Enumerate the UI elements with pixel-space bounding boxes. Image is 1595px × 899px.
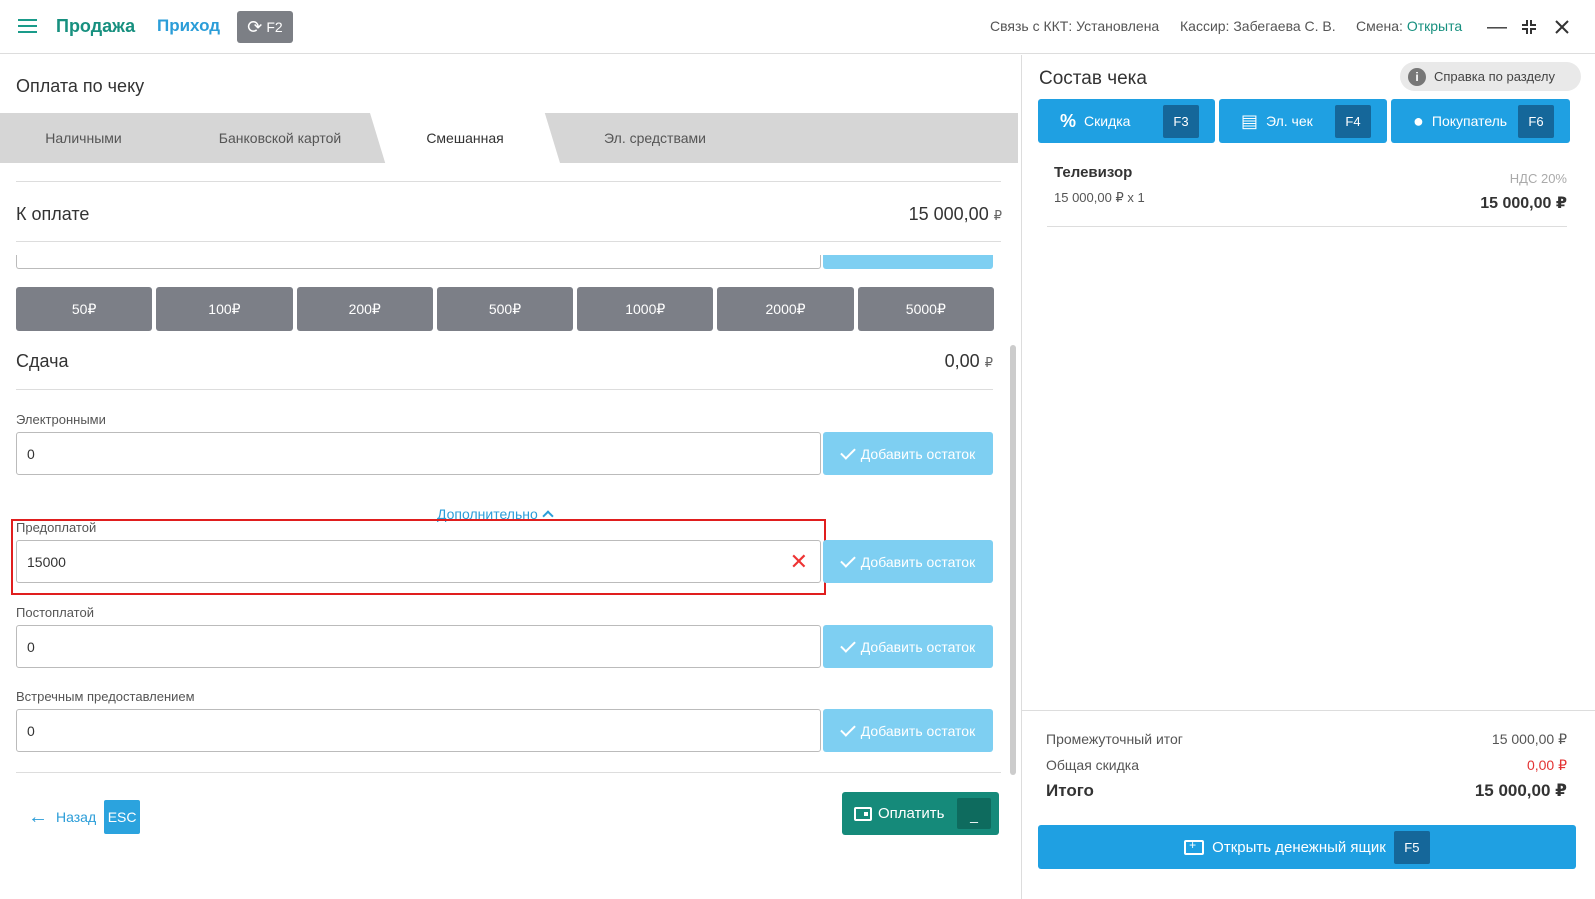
item-name[interactable]: Телевизор	[1054, 164, 1132, 181]
shift-status: Смена: Открыта	[1356, 18, 1462, 34]
f4-key-badge: F4	[1335, 105, 1371, 138]
due-label: К оплате	[16, 204, 90, 224]
divider	[1022, 710, 1595, 711]
arrow-left-icon: ←	[28, 805, 48, 828]
clear-icon[interactable]: ✕	[790, 550, 808, 573]
f6-key-badge: F6	[1518, 105, 1554, 138]
prepayment-label: Предоплатой	[16, 520, 97, 535]
counter-provision-input[interactable]: 0	[16, 709, 821, 752]
denom-50-button[interactable]: 50₽	[16, 287, 153, 331]
help-button[interactable]: i Справка по разделу	[1400, 62, 1581, 91]
back-button[interactable]: ← Назад ESC	[28, 800, 141, 834]
receipt-title: Состав чека	[1039, 68, 1147, 89]
receipt-icon: ▤	[1241, 110, 1259, 131]
denom-200-button[interactable]: 200₽	[296, 287, 433, 331]
denomination-buttons: 50₽ 100₽ 200₽ 500₽ 1000₽ 2000₽ 5000₽	[16, 287, 994, 331]
customer-button[interactable]: ● Покупатель F6	[1391, 99, 1570, 143]
change-value: 0,00 ₽	[944, 351, 993, 371]
due-value: 15 000,00 ₽	[908, 204, 1002, 224]
payment-tabs: Наличными Банковской картой Смешанная Эл…	[0, 113, 1018, 163]
check-icon	[839, 636, 856, 653]
sync-icon: ⟳	[247, 16, 263, 37]
subtotal-value: 15 000,00 ₽	[1491, 731, 1567, 747]
denom-5000-button[interactable]: 5000₽	[857, 287, 994, 331]
discount-value: 0,00 ₽	[1526, 757, 1567, 773]
add-remainder-postpayment-button[interactable]: Добавить остаток	[823, 625, 993, 668]
minimize-icon[interactable]: —	[1485, 15, 1509, 39]
percent-icon: %	[1060, 110, 1077, 131]
electronic-label: Электронными	[16, 412, 106, 427]
denom-1000-button[interactable]: 1000₽	[577, 287, 714, 331]
total-label: Итого	[1046, 781, 1094, 800]
item-sum: 15 000,00 ₽	[1480, 195, 1567, 212]
denom-100-button[interactable]: 100₽	[156, 287, 293, 331]
discount-button[interactable]: % Скидка F3	[1038, 99, 1215, 143]
divider	[16, 241, 1001, 242]
check-icon	[839, 443, 856, 460]
tab-mixed[interactable]: Смешанная	[370, 113, 560, 163]
tab-card[interactable]: Банковской картой	[200, 113, 360, 163]
shift-label: Смена:	[1356, 18, 1403, 34]
info-icon: i	[1408, 67, 1426, 86]
divider	[16, 389, 993, 390]
menu-icon[interactable]	[18, 19, 37, 33]
denom-500-button[interactable]: 500₽	[436, 287, 574, 331]
pay-button[interactable]: Оплатить _	[842, 792, 999, 835]
electronic-input[interactable]: 0	[16, 432, 821, 475]
postpayment-input[interactable]: 0	[16, 625, 821, 668]
item-vat: НДС 20%	[1509, 171, 1567, 186]
pay-key-badge: _	[957, 798, 991, 829]
total-value: 15 000,00 ₽	[1474, 781, 1567, 800]
nav-sale[interactable]: Продажа	[56, 16, 135, 37]
check-icon	[839, 551, 856, 568]
cashier-name: Кассир: Забегаева С. В.	[1180, 18, 1336, 34]
subtotal-label: Промежуточный итог	[1046, 731, 1183, 747]
open-drawer-button[interactable]: Открыть денежный ящик F5	[1038, 825, 1576, 869]
wallet-icon	[854, 806, 872, 821]
prepayment-input[interactable]: 15000 ✕	[16, 540, 821, 583]
sync-button[interactable]: ⟳ F2	[237, 11, 293, 43]
sync-key: F2	[266, 19, 283, 35]
receipt-panel: Состав чека i Справка по разделу % Скидк…	[1021, 55, 1595, 899]
tab-electronic[interactable]: Эл. средствами	[580, 113, 730, 163]
payment-panel: Оплата по чеку Наличными Банковской карт…	[0, 55, 1018, 899]
nav-income[interactable]: Приход	[157, 16, 220, 36]
top-bar: Продажа Приход ⟳ F2 Связь с ККТ: Установ…	[0, 0, 1595, 54]
add-remainder-electronic-button[interactable]: Добавить остаток	[823, 432, 993, 475]
cash-input-partial[interactable]	[16, 255, 821, 269]
f5-key-badge: F5	[1393, 830, 1430, 864]
payment-title: Оплата по чеку	[16, 76, 145, 96]
user-icon: ●	[1413, 110, 1424, 131]
divider	[16, 772, 1001, 773]
counter-provision-label: Встречным предоставлением	[16, 689, 195, 704]
denom-2000-button[interactable]: 2000₽	[717, 287, 854, 331]
tab-cash[interactable]: Наличными	[16, 113, 151, 163]
esc-key-badge: ESC	[104, 800, 141, 834]
add-remainder-counter-button[interactable]: Добавить остаток	[823, 709, 993, 752]
e-receipt-button[interactable]: ▤ Эл. чек F4	[1219, 99, 1387, 143]
item-quantity: 15 000,00 ₽ x 1	[1054, 190, 1145, 205]
change-label: Сдача	[16, 351, 69, 371]
kkt-status: Связь с ККТ: Установлена	[990, 18, 1160, 34]
f3-key-badge: F3	[1163, 105, 1199, 138]
postpayment-label: Постоплатой	[16, 605, 94, 620]
shift-value: Открыта	[1406, 18, 1463, 34]
scrollbar[interactable]	[1010, 345, 1016, 775]
add-remainder-prepayment-button[interactable]: Добавить остаток	[823, 540, 993, 583]
divider	[1047, 226, 1567, 227]
divider	[16, 181, 1001, 182]
discount-label: Общая скидка	[1046, 757, 1140, 773]
close-icon[interactable]	[1550, 15, 1574, 39]
add-remainder-button-partial[interactable]	[823, 255, 993, 269]
check-icon	[839, 720, 856, 737]
collapse-icon[interactable]	[1517, 15, 1541, 39]
cash-drawer-icon	[1184, 838, 1205, 855]
